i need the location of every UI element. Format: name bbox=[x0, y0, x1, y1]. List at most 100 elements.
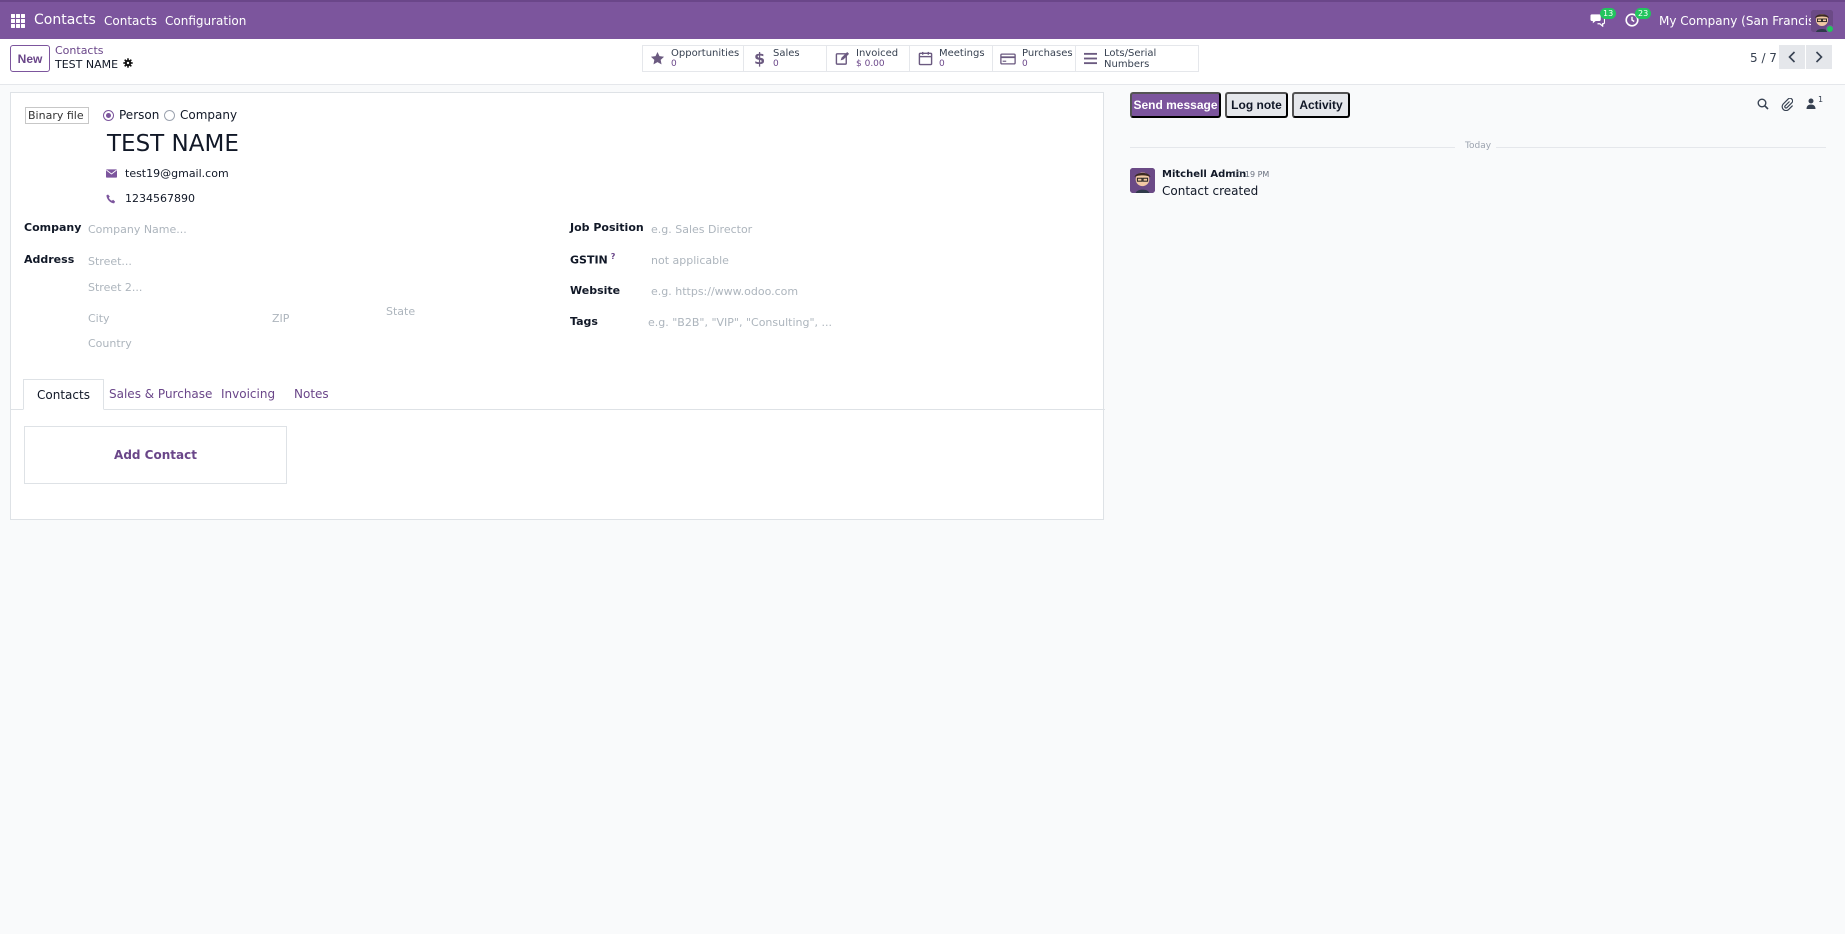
stat-value: $ 0.00 bbox=[856, 59, 885, 69]
radio-dot bbox=[164, 109, 175, 121]
dollar-icon: $ bbox=[751, 50, 767, 67]
tab-invoicing[interactable]: Invoicing bbox=[208, 379, 288, 410]
stat-value: 0 bbox=[1022, 59, 1028, 69]
job-position-label: Job Position bbox=[570, 221, 644, 234]
gstin-input[interactable]: not applicable bbox=[651, 254, 729, 267]
add-contact-button[interactable]: Add Contact bbox=[24, 426, 287, 484]
stat-label: Meetings bbox=[939, 48, 985, 59]
company-input[interactable]: Company Name... bbox=[88, 223, 187, 236]
list-icon bbox=[1083, 51, 1098, 67]
user-avatar[interactable] bbox=[1811, 10, 1833, 32]
breadcrumb-parent[interactable]: Contacts bbox=[55, 44, 104, 57]
chevron-right-icon bbox=[1815, 51, 1823, 63]
stat-label: Sales bbox=[773, 48, 800, 59]
divider bbox=[1130, 147, 1455, 148]
stat-purchases[interactable]: Purchases 0 bbox=[992, 45, 1075, 72]
website-label: Website bbox=[570, 284, 621, 297]
state-select[interactable]: State bbox=[386, 305, 415, 318]
tab-notes[interactable]: Notes bbox=[281, 379, 342, 410]
tab-contacts[interactable]: Contacts bbox=[23, 379, 104, 410]
activity-clock-icon[interactable]: 23 bbox=[1625, 8, 1652, 29]
gear-icon[interactable] bbox=[123, 58, 133, 71]
message-body: Contact created bbox=[1162, 184, 1259, 198]
new-button[interactable]: New bbox=[10, 45, 50, 72]
search-icon[interactable] bbox=[1757, 98, 1771, 112]
user-icon bbox=[1806, 98, 1816, 109]
notebook-tabs: Contacts Sales & Purchase Invoicing Note… bbox=[11, 379, 1105, 410]
pencil-square-icon bbox=[834, 51, 850, 67]
company-label: Company bbox=[24, 221, 82, 234]
stat-label: Invoiced bbox=[856, 48, 899, 59]
menu-contacts[interactable]: Contacts bbox=[104, 14, 157, 28]
divider bbox=[1496, 147, 1826, 148]
activity-badge: 23 bbox=[1635, 8, 1652, 19]
menu-configuration[interactable]: Configuration bbox=[165, 14, 246, 28]
gstin-label: GSTIN? bbox=[570, 252, 615, 267]
company-switcher[interactable]: My Company (San Francisco) bbox=[1659, 14, 1833, 28]
radio-person[interactable]: Person bbox=[103, 108, 159, 122]
avatar-image-field[interactable]: Binary file bbox=[25, 107, 89, 124]
gstin-help-icon[interactable]: ? bbox=[611, 252, 616, 261]
stat-value: 0 bbox=[671, 59, 677, 69]
radio-person-label: Person bbox=[119, 108, 160, 122]
top-navbar: Contacts Contacts Configuration 13 23 My… bbox=[0, 0, 1845, 39]
apps-grid-icon[interactable] bbox=[11, 14, 25, 28]
online-status-dot bbox=[1826, 25, 1833, 32]
followers-count: 1 bbox=[1818, 95, 1824, 104]
zip-input[interactable]: ZIP bbox=[272, 312, 289, 325]
form-sheet: Binary file Person Company TEST NAME tes… bbox=[10, 92, 1105, 520]
message-author-avatar[interactable] bbox=[1130, 168, 1155, 193]
website-input[interactable]: e.g. https://www.odoo.com bbox=[651, 285, 798, 298]
tags-label: Tags bbox=[570, 315, 598, 328]
radio-company-label: Company bbox=[180, 108, 238, 122]
stat-lots-serial-numbers[interactable]: Lots/Serial Numbers bbox=[1075, 45, 1199, 72]
phone-field[interactable]: 1234567890 bbox=[105, 192, 195, 205]
message-time: 10:19 PM bbox=[1232, 170, 1270, 179]
tab-sales-purchase[interactable]: Sales & Purchase bbox=[96, 379, 225, 410]
control-panel: New Contacts TEST NAME Opportunities 0 $ … bbox=[0, 39, 1845, 85]
stat-sales[interactable]: $ Sales 0 bbox=[743, 45, 826, 72]
breadcrumb-current: TEST NAME bbox=[55, 58, 133, 71]
stat-meetings[interactable]: Meetings 0 bbox=[909, 45, 992, 72]
calendar-icon bbox=[917, 51, 933, 67]
send-message-button[interactable]: Send message bbox=[1130, 92, 1221, 118]
pager-previous-button[interactable] bbox=[1779, 45, 1805, 69]
street2-input[interactable]: Street 2... bbox=[88, 281, 142, 294]
radio-dot-checked bbox=[103, 109, 114, 121]
stat-invoiced[interactable]: Invoiced $ 0.00 bbox=[826, 45, 909, 72]
email-field[interactable]: test19@gmail.com bbox=[105, 167, 229, 180]
gstin-label-text: GSTIN bbox=[570, 253, 608, 267]
tags-input[interactable]: e.g. "B2B", "VIP", "Consulting", ... bbox=[648, 316, 832, 329]
stat-value: 0 bbox=[939, 59, 945, 69]
app-brand[interactable]: Contacts bbox=[34, 12, 96, 28]
credit-card-icon bbox=[1000, 51, 1016, 67]
contact-name-field[interactable]: TEST NAME bbox=[107, 131, 239, 157]
pager-value[interactable]: 5 / 7 bbox=[1750, 51, 1777, 65]
stat-value: 0 bbox=[773, 59, 779, 69]
chat-badge: 13 bbox=[1600, 8, 1617, 19]
chat-icon[interactable]: 13 bbox=[1590, 8, 1617, 29]
date-separator: Today bbox=[1465, 141, 1492, 151]
stat-opportunities[interactable]: Opportunities 0 bbox=[642, 45, 743, 72]
city-input[interactable]: City bbox=[88, 312, 110, 325]
paperclip-icon[interactable] bbox=[1781, 97, 1795, 112]
log-note-button[interactable]: Log note bbox=[1225, 92, 1288, 118]
breadcrumb-current-label: TEST NAME bbox=[55, 58, 119, 71]
phone-icon bbox=[105, 194, 117, 204]
country-select[interactable]: Country bbox=[88, 337, 132, 350]
envelope-icon bbox=[105, 169, 117, 178]
radio-company[interactable]: Company bbox=[164, 108, 237, 122]
activity-button[interactable]: Activity bbox=[1292, 92, 1350, 118]
pager-next-button[interactable] bbox=[1806, 45, 1832, 69]
chevron-left-icon bbox=[1788, 51, 1796, 63]
smart-buttons: Opportunities 0 $ Sales 0 Invoiced $ 0.00 M… bbox=[642, 45, 1199, 72]
followers-button[interactable]: 1 bbox=[1806, 95, 1828, 112]
star-icon bbox=[650, 51, 665, 67]
stat-label: Purchases bbox=[1022, 48, 1073, 59]
email-value: test19@gmail.com bbox=[125, 167, 229, 180]
svg-text:$: $ bbox=[754, 50, 765, 67]
address-label: Address bbox=[24, 253, 75, 266]
street-input[interactable]: Street... bbox=[88, 255, 132, 268]
phone-value: 1234567890 bbox=[125, 192, 195, 205]
job-position-input[interactable]: e.g. Sales Director bbox=[651, 223, 752, 236]
